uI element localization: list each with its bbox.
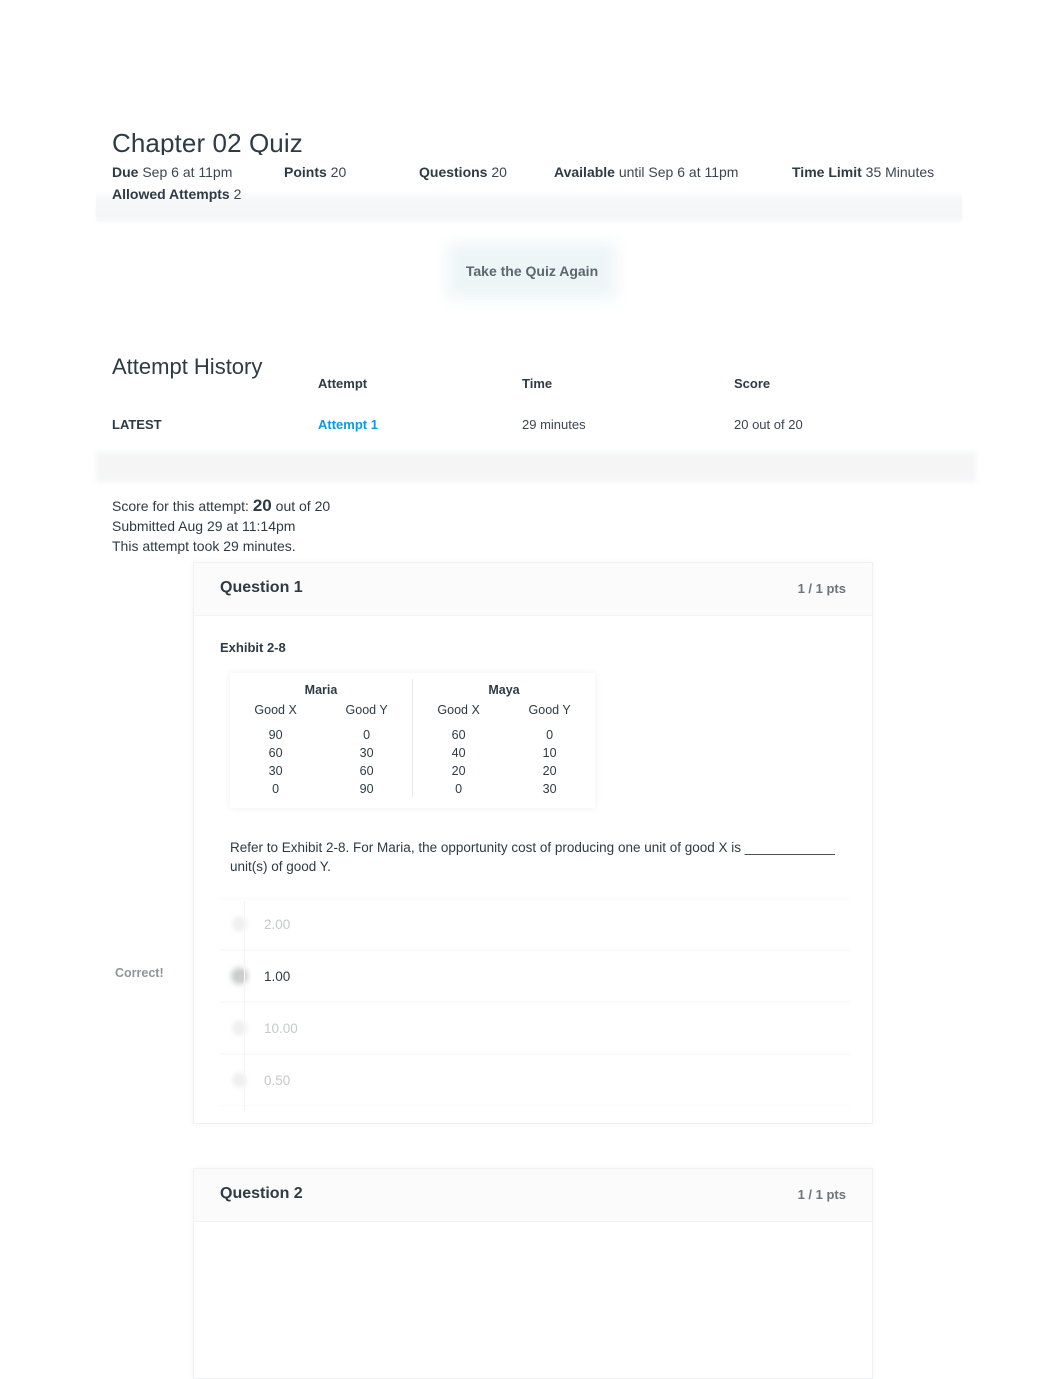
answer-label: 2.00 [264, 916, 291, 932]
header-attempt: Attempt [318, 376, 368, 391]
correct-indicator: Correct! [115, 966, 164, 980]
answer-label: 0.50 [264, 1072, 291, 1088]
question-1-answers: 2.00 1.00 10.00 0.50 [220, 898, 850, 1106]
question-1-title: Question 1 [220, 579, 303, 596]
table-row: 30 60 [230, 762, 412, 780]
submitted-line: Submitted Aug 29 at 11:14pm [112, 518, 296, 534]
meta-questions: Questions 20 [419, 164, 507, 180]
answers-left-rule [244, 900, 245, 1112]
cell: 90 [359, 782, 374, 796]
cell: 0 [455, 782, 463, 796]
score-for-attempt-line: Score for this attempt: 20 out of 20 [112, 496, 331, 515]
question-1-points: 1 / 1 pts [797, 581, 846, 596]
cell: 30 [268, 764, 283, 778]
cell: 30 [542, 782, 557, 796]
exhibit-maya-header-row: Good X Good Y [413, 703, 595, 726]
meta-points: Points 20 [284, 164, 347, 180]
cell: 0 [546, 728, 554, 742]
question-1-text: Refer to Exhibit 2-8. For Maria, the opp… [230, 840, 835, 874]
cell: 0 [363, 728, 371, 742]
exhibit-maria-goody-header: Good Y [345, 703, 388, 717]
meta-due: Due Sep 6 at 11pm [112, 164, 233, 180]
header-kept [112, 374, 318, 403]
attempt-1-link[interactable]: Attempt 1 [318, 417, 378, 432]
cell: 60 [268, 746, 283, 760]
question-1-body: Exhibit 2-8 Maria Good X Good Y 90 0 60 … [194, 616, 872, 1106]
exhibit-maya-goody-header: Good Y [528, 703, 571, 717]
exhibit-maria-panel: Maria Good X Good Y 90 0 60 30 30 60 0 9… [230, 679, 413, 798]
cell: 40 [451, 746, 466, 760]
table-row: 20 20 [413, 762, 595, 780]
question-1-header: Question 1 1 / 1 pts [194, 563, 872, 616]
answer-label: 1.00 [264, 968, 291, 984]
table-row: 0 30 [413, 780, 595, 798]
take-quiz-again-button[interactable]: Take the Quiz Again [447, 243, 617, 299]
cell: 20 [451, 764, 466, 778]
header-time: Time [522, 376, 553, 391]
table-row: LATEST Attempt 1 29 minutes 20 out of 20 [112, 403, 960, 446]
question-2-body [194, 1222, 872, 1246]
question-2-title: Question 2 [220, 1185, 303, 1202]
header-score: Score [734, 376, 771, 391]
question-2-points: 1 / 1 pts [797, 1187, 846, 1202]
table-row: 60 0 [413, 726, 595, 744]
quiz-meta-row-2: Allowed Attempts 2 [112, 185, 241, 203]
answer-option-0[interactable]: 2.00 [220, 898, 850, 950]
cell-kept-latest: LATEST [112, 417, 162, 432]
section-divider-band [96, 452, 976, 482]
exhibit-person-maria: Maria [304, 683, 338, 697]
cell: 60 [451, 728, 466, 742]
exhibit-maya-panel: Maya Good X Good Y 60 0 40 10 20 20 0 30 [413, 679, 595, 798]
cell: 30 [359, 746, 374, 760]
cell: 0 [272, 782, 280, 796]
duration-line: This attempt took 29 minutes. [112, 538, 296, 554]
question-2-header: Question 2 1 / 1 pts [194, 1169, 872, 1222]
quiz-meta-band: Due Sep 6 at 11pm Points 20 Questions 20 Av… [96, 155, 962, 217]
table-row: 40 10 [413, 744, 595, 762]
table-row: 90 0 [230, 726, 412, 744]
answer-option-2[interactable]: 10.00 [220, 1002, 850, 1054]
attempt-history-table: Attempt Time Score LATEST Attempt 1 29 m… [112, 374, 960, 446]
exhibit-maya-goodx-header: Good X [437, 703, 480, 717]
answer-label: 10.00 [264, 1020, 298, 1036]
cell: 10 [542, 746, 557, 760]
meta-allowed-attempts: Allowed Attempts 2 [112, 186, 242, 202]
cell-attempt: Attempt 1 [318, 403, 522, 446]
retake-quiz-container: Take the Quiz Again [447, 243, 617, 299]
exhibit-label: Exhibit 2-8 [220, 640, 286, 655]
exhibit-maria-goodx-header: Good X [254, 703, 297, 717]
cell-score: 20 out of 20 [734, 417, 803, 432]
table-row: 0 90 [230, 780, 412, 798]
answer-option-3[interactable]: 0.50 [220, 1054, 850, 1106]
exhibit-maria-table: Good X Good Y 90 0 60 30 30 60 0 90 [230, 703, 412, 798]
quiz-meta-row-1: Due Sep 6 at 11pm Points 20 Questions 20 Av… [112, 163, 934, 181]
score-summary: Score for this attempt: 20 out of 20 Sub… [112, 496, 330, 556]
score-value: 20 [252, 496, 272, 515]
attempt-history-header-row: Attempt Time Score [112, 374, 960, 403]
meta-available: Available until Sep 6 at 11pm [554, 164, 739, 180]
cell: 90 [268, 728, 283, 742]
quiz-results-page: Chapter 02 Quiz Due Sep 6 at 11pm Points … [0, 0, 1062, 1379]
cell: 60 [359, 764, 374, 778]
answer-option-1[interactable]: 1.00 [220, 950, 850, 1002]
cell-time: 29 minutes [522, 417, 586, 432]
exhibit-maria-header-row: Good X Good Y [230, 703, 412, 726]
exhibit-person-maya: Maya [488, 683, 520, 697]
radio-icon[interactable] [231, 967, 248, 985]
table-row: 60 30 [230, 744, 412, 762]
exhibit-maya-table: Good X Good Y 60 0 40 10 20 20 0 30 [413, 703, 595, 798]
question-2-container: Question 2 1 / 1 pts [193, 1168, 873, 1379]
question-1-container: Question 1 1 / 1 pts Exhibit 2-8 Maria G… [193, 562, 873, 1124]
meta-time-limit: Time Limit 35 Minutes [792, 164, 935, 180]
exhibit-table-wrapper: Maria Good X Good Y 90 0 60 30 30 60 0 9… [230, 673, 595, 808]
cell: 20 [542, 764, 557, 778]
